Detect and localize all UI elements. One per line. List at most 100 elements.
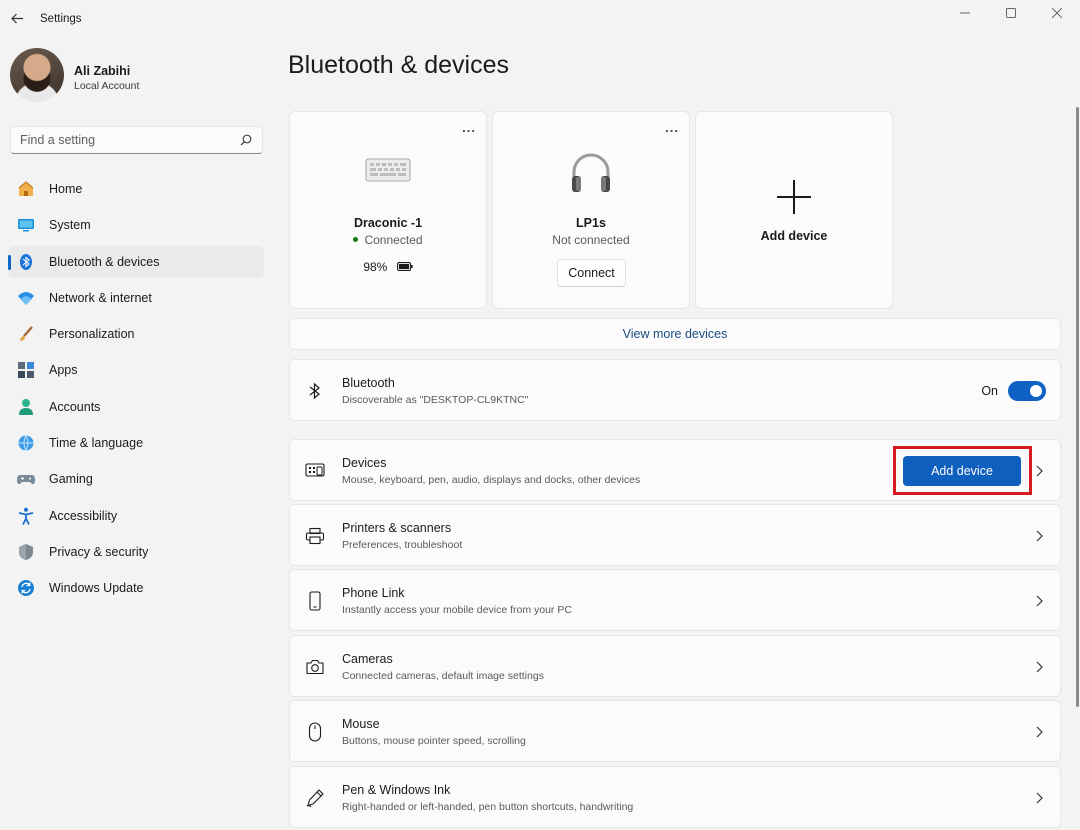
printers-scanners-row[interactable]: Printers & scanners Preferences, trouble… <box>289 504 1061 566</box>
page-title: Bluetooth & devices <box>288 51 509 79</box>
sidebar-item-network[interactable]: Network & internet <box>8 282 264 314</box>
phone-link-title: Phone Link <box>342 586 405 600</box>
sidebar-item-system[interactable]: System <box>8 209 264 241</box>
sidebar-item-accounts[interactable]: Accounts <box>8 391 264 423</box>
maximize-icon <box>1006 8 1016 18</box>
device-status: Not connected <box>552 233 630 247</box>
chevron-right-icon[interactable] <box>1034 725 1044 739</box>
sidebar-item-label: Gaming <box>49 472 93 487</box>
bluetooth-toggle[interactable] <box>1008 381 1046 401</box>
wifi-icon <box>17 289 35 307</box>
battery-percent: 98% <box>363 260 388 274</box>
mouse-row[interactable]: Mouse Buttons, mouse pointer speed, scro… <box>289 700 1061 762</box>
avatar <box>10 48 64 102</box>
close-button[interactable] <box>1034 0 1080 26</box>
back-button[interactable] <box>6 6 28 30</box>
cameras-row[interactable]: Cameras Connected cameras, default image… <box>289 635 1061 697</box>
pen-subtitle: Right-handed or left-handed, pen button … <box>342 801 634 813</box>
sidebar-item-label: Accounts <box>49 399 101 414</box>
title-bar: Settings <box>0 0 1080 40</box>
sidebar-item-personalization[interactable]: Personalization <box>8 318 264 350</box>
globe-icon <box>17 434 35 452</box>
sidebar-item-label: Network & internet <box>49 290 152 305</box>
bluetooth-row: Bluetooth Discoverable as "DESKTOP-CL9KT… <box>289 359 1061 421</box>
devices-icon <box>304 460 326 482</box>
system-icon <box>17 216 35 234</box>
window-controls <box>942 0 1080 26</box>
chevron-right-icon[interactable] <box>1034 529 1044 543</box>
sidebar-item-label: Bluetooth & devices <box>49 254 160 269</box>
sidebar-item-gaming[interactable]: Gaming <box>8 463 264 495</box>
more-options-button[interactable]: ... <box>462 121 476 134</box>
view-more-devices-link[interactable]: View more devices <box>289 318 1061 350</box>
connected-dot-icon <box>353 237 359 243</box>
device-name: Draconic -1 <box>353 216 423 230</box>
user-profile[interactable]: Ali Zabihi Local Account <box>10 48 260 104</box>
user-name: Ali Zabihi <box>74 64 131 78</box>
sidebar-item-home[interactable]: Home <box>8 173 264 205</box>
chevron-right-icon[interactable] <box>1034 594 1044 608</box>
device-card-draconic[interactable]: ... Draconic -1 Connected 98% <box>289 111 487 309</box>
toggle-state-label: On <box>981 384 998 398</box>
search-input[interactable] <box>11 127 231 153</box>
printer-icon <box>304 525 326 547</box>
chevron-right-icon[interactable] <box>1034 464 1044 478</box>
app-title: Settings <box>40 13 82 25</box>
battery-icon <box>396 262 413 272</box>
sidebar-item-label: Apps <box>49 363 78 378</box>
scrollbar[interactable] <box>1076 107 1079 707</box>
bluetooth-icon <box>17 253 35 271</box>
account-type: Local Account <box>74 80 140 92</box>
phone-link-row[interactable]: Phone Link Instantly access your mobile … <box>289 569 1061 631</box>
add-device-button[interactable]: Add device <box>903 456 1021 486</box>
cameras-subtitle: Connected cameras, default image setting… <box>342 670 544 682</box>
close-icon <box>1052 8 1062 18</box>
chevron-right-icon[interactable] <box>1034 791 1044 805</box>
battery-level: 98% <box>290 260 486 274</box>
headphones-icon <box>493 150 689 201</box>
search-icon[interactable] <box>240 134 252 146</box>
update-icon <box>17 579 35 597</box>
sidebar-item-bluetooth[interactable]: Bluetooth & devices <box>8 245 264 278</box>
back-arrow-icon <box>10 13 23 23</box>
minimize-button[interactable] <box>942 0 988 26</box>
camera-icon <box>304 656 326 678</box>
device-card-lp1s[interactable]: ... LP1s Not connected Connect <box>492 111 690 309</box>
printers-title: Printers & scanners <box>342 521 452 535</box>
shield-icon <box>17 543 35 561</box>
sidebar-item-privacy[interactable]: Privacy & security <box>8 536 264 568</box>
device-status-text: Connected <box>364 233 423 247</box>
devices-title: Devices <box>342 456 387 470</box>
bluetooth-subtitle: Discoverable as "DESKTOP-CL9KTNC" <box>342 394 529 406</box>
sidebar-item-label: System <box>49 218 91 233</box>
pen-icon <box>304 787 326 809</box>
sidebar-item-label: Home <box>49 182 83 196</box>
bluetooth-title: Bluetooth <box>342 376 395 390</box>
accessibility-icon <box>17 507 35 525</box>
connect-button[interactable]: Connect <box>557 259 626 287</box>
minimize-icon <box>960 12 970 14</box>
sidebar-item-label: Time & language <box>49 436 144 451</box>
mouse-icon <box>304 721 326 743</box>
sidebar-item-windows-update[interactable]: Windows Update <box>8 572 264 604</box>
mouse-title: Mouse <box>342 717 380 731</box>
accounts-icon <box>17 398 35 416</box>
phone-icon <box>304 590 326 612</box>
more-options-button[interactable]: ... <box>665 121 679 134</box>
search-box <box>10 126 263 154</box>
pen-title: Pen & Windows Ink <box>342 783 451 797</box>
apps-icon <box>17 361 35 379</box>
sidebar-item-label: Accessibility <box>49 508 118 523</box>
sidebar-item-apps[interactable]: Apps <box>8 354 264 386</box>
device-name: LP1s <box>576 216 606 230</box>
pen-windows-ink-row[interactable]: Pen & Windows Ink Right-handed or left-h… <box>289 766 1061 828</box>
add-device-card[interactable]: Add device <box>695 111 893 309</box>
phone-link-subtitle: Instantly access your mobile device from… <box>342 604 572 616</box>
sidebar-item-accessibility[interactable]: Accessibility <box>8 500 264 532</box>
sidebar-nav: Home System Bluetooth & devices Network … <box>8 173 264 609</box>
plus-icon <box>696 178 892 221</box>
maximize-button[interactable] <box>988 0 1034 26</box>
sidebar-item-label: Personalization <box>49 327 135 342</box>
sidebar-item-time-language[interactable]: Time & language <box>8 427 264 459</box>
chevron-right-icon[interactable] <box>1034 660 1044 674</box>
